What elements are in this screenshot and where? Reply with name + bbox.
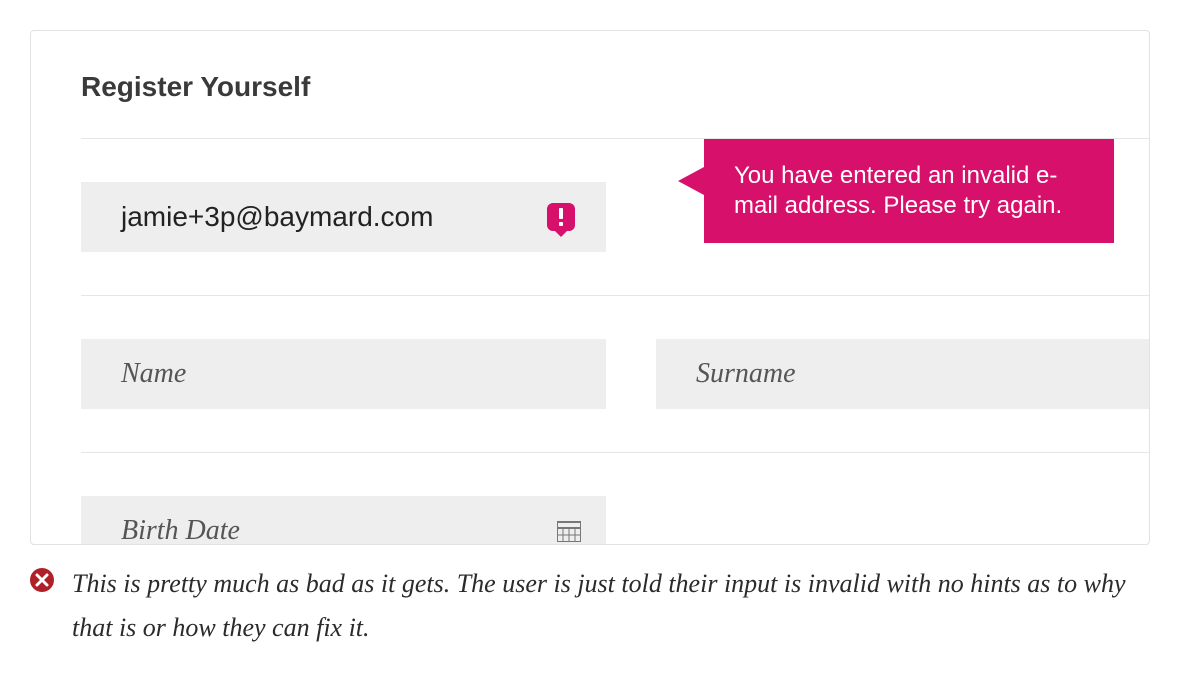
name-field[interactable]: Name [81,339,606,409]
birthdate-row: Birth Date [81,453,1149,545]
email-field[interactable]: jamie+3p@baymard.com [81,182,606,252]
birthdate-field[interactable]: Birth Date [81,496,606,545]
name-row: Name Surname [81,296,1149,452]
email-row: jamie+3p@baymard.com You have entered an… [81,139,1149,295]
name-placeholder: Name [121,358,186,390]
surname-placeholder: Surname [696,358,796,390]
calendar-icon [557,520,581,542]
email-value: jamie+3p@baymard.com [121,201,547,233]
form-title: Register Yourself [81,71,1149,103]
caption: This is pretty much as bad as it gets. T… [30,562,1150,650]
caption-text: This is pretty much as bad as it gets. T… [72,562,1150,650]
error-icon [547,203,575,231]
x-circle-icon [30,568,54,592]
screenshot-card: Register Yourself jamie+3p@baymard.com Y… [30,30,1150,545]
birthdate-placeholder: Birth Date [121,515,240,545]
error-tooltip: You have entered an invalid e-mail addre… [704,139,1114,243]
surname-field[interactable]: Surname [656,339,1149,409]
